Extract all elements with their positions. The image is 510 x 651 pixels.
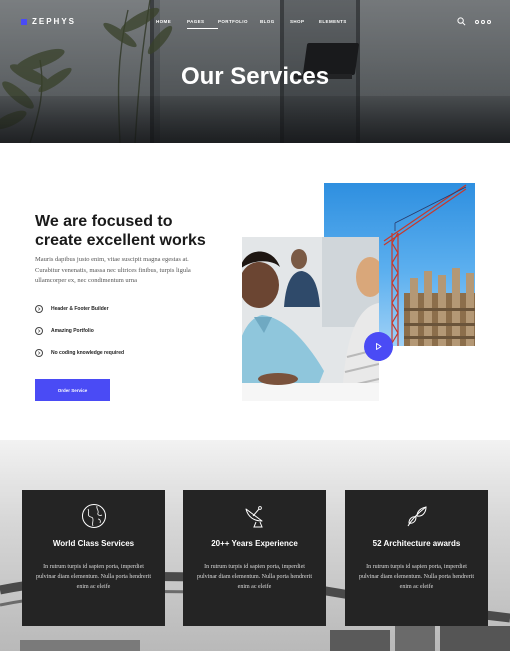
logo-text: ZEPHYS	[32, 17, 77, 26]
play-video-button[interactable]	[364, 332, 393, 361]
nav-item-blog[interactable]: BLOG	[260, 19, 290, 24]
more-dots-icon[interactable]	[475, 20, 491, 24]
service-card: 20++ Years Experience In rutrum turpis i…	[183, 490, 326, 626]
nav-item-portfolio[interactable]: PORTFOLIO	[218, 19, 260, 24]
dot	[481, 20, 485, 24]
logo-mark-icon	[21, 18, 27, 25]
feature-item: Amazing Portfolio	[35, 327, 94, 335]
top-navigation: ZEPHYS HOME PAGES PORTFOLIO BLOG SHOP EL…	[0, 0, 510, 44]
play-icon	[376, 343, 382, 350]
order-service-button[interactable]: Order Service	[35, 379, 110, 401]
brand-logo[interactable]: ZEPHYS	[21, 17, 76, 26]
focus-description: Mauris dapibus justo enim, vitae suscipi…	[35, 256, 191, 284]
feature-item: Header & Footer Builder	[35, 305, 109, 313]
team-meeting-illustration	[242, 237, 379, 401]
hero-banner: ZEPHYS HOME PAGES PORTFOLIO BLOG SHOP EL…	[0, 0, 510, 143]
feature-label: No coding knowledge required	[51, 350, 125, 356]
nav-item-home[interactable]: HOME	[156, 19, 187, 24]
nav-item-elements[interactable]: ELEMENTS	[319, 19, 359, 24]
leaf-icon	[407, 506, 427, 527]
feature-item: No coding knowledge required	[35, 349, 124, 357]
service-description: In rutrum turpis id sapien porta, imperd…	[36, 564, 151, 590]
nav-item-shop[interactable]: SHOP	[290, 19, 319, 24]
chevron-right-icon	[35, 349, 43, 357]
chevron-right-icon	[35, 327, 43, 335]
service-title: 20++ Years Experience	[211, 539, 298, 548]
page-title: Our Services	[180, 63, 330, 90]
service-description: In rutrum turpis id sapien porta, imperd…	[359, 564, 474, 590]
feature-label: Header & Footer Builder	[51, 306, 109, 312]
feature-label: Amazing Portfolio	[51, 328, 94, 334]
focus-heading-line: create excellent works	[35, 232, 206, 249]
globe-icon	[82, 504, 106, 528]
dot	[487, 20, 491, 24]
service-card: World Class Services In rutrum turpis id…	[22, 490, 165, 626]
satellite-dish-icon	[245, 506, 263, 528]
dot	[475, 20, 479, 24]
focus-heading-line: We are focused to	[35, 213, 173, 230]
search-icon[interactable]	[457, 17, 466, 26]
service-title: World Class Services	[52, 539, 135, 548]
service-card: 52 Architecture awards In rutrum turpis …	[345, 490, 488, 626]
chevron-right-icon	[35, 305, 43, 313]
team-meeting-image	[242, 237, 379, 401]
nav-item-pages[interactable]: PAGES	[187, 19, 218, 29]
focus-heading: We are focused to create excellent works	[35, 212, 235, 250]
service-title: 52 Architecture awards	[372, 539, 461, 548]
main-menu: HOME PAGES PORTFOLIO BLOG SHOP ELEMENTS	[156, 19, 359, 29]
service-description: In rutrum turpis id sapien porta, imperd…	[197, 564, 312, 590]
